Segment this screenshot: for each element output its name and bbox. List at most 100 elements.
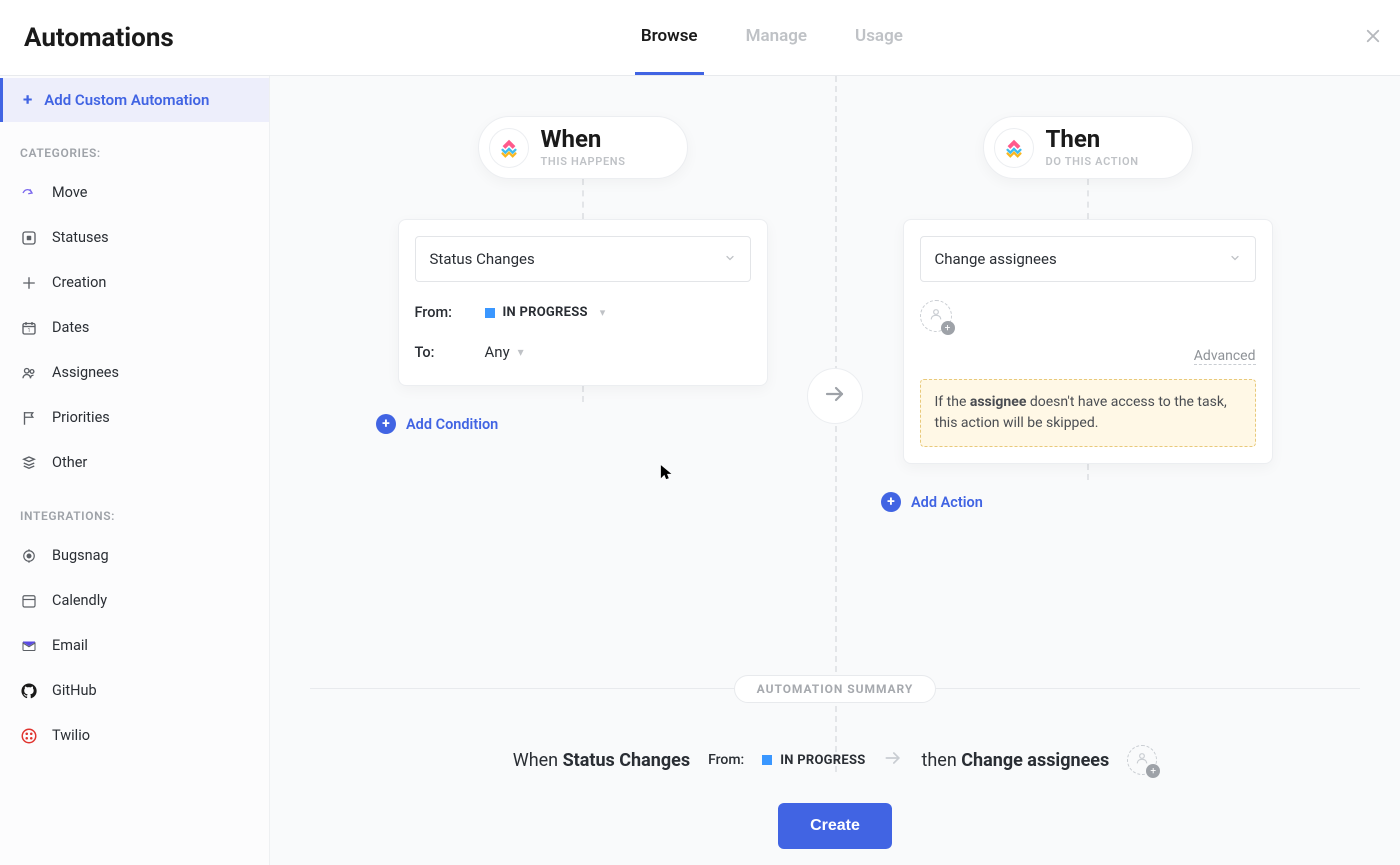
svg-text:1: 1 (28, 327, 31, 333)
when-subtitle: THIS HAPPENS (541, 155, 635, 168)
when-header: When THIS HAPPENS (478, 116, 688, 179)
summary-label: AUTOMATION SUMMARY (734, 675, 937, 703)
header-tabs: Browse Manage Usage (198, 0, 1346, 75)
sidebar-item-other[interactable]: Other (0, 440, 269, 485)
cursor-icon (660, 464, 674, 486)
when-to-label: To: (415, 344, 485, 361)
add-custom-automation-label: Add Custom Automation (44, 91, 209, 109)
sidebar-item-github[interactable]: GitHub (0, 668, 269, 713)
plus-circle-icon: + (881, 492, 901, 512)
when-title: When (541, 127, 635, 151)
add-action-button[interactable]: + Add Action (875, 492, 983, 512)
sidebar: + Add Custom Automation CATEGORIES: Move… (0, 76, 270, 865)
statuses-icon (20, 229, 38, 247)
sidebar-item-calendly[interactable]: Calendly (0, 578, 269, 623)
summary-from-value: IN PROGRESS (762, 753, 865, 768)
sidebar-item-label: Twilio (52, 727, 90, 744)
when-from-label: From: (415, 304, 485, 321)
arrow-right-icon (823, 382, 847, 410)
summary-assignee-chip[interactable]: + (1127, 745, 1157, 775)
when-card: Status Changes From: IN PROGRESS ▾ (398, 219, 768, 386)
close-button[interactable] (1346, 0, 1400, 75)
then-header: Then DO THIS ACTION (983, 116, 1193, 179)
create-button[interactable]: Create (778, 803, 892, 849)
then-card: Change assignees + Advanced (903, 219, 1273, 464)
tab-browse[interactable]: Browse (635, 0, 704, 75)
action-select[interactable]: Change assignees (920, 236, 1256, 282)
summary-from-label: From: (708, 752, 744, 768)
categories-section-label: CATEGORIES: (0, 122, 269, 170)
action-select-value: Change assignees (935, 250, 1057, 268)
sidebar-item-statuses[interactable]: Statuses (0, 215, 269, 260)
trigger-select[interactable]: Status Changes (415, 236, 751, 282)
sidebar-item-label: Priorities (52, 409, 110, 426)
flag-icon (20, 409, 38, 427)
assignee-warning: If the assignee doesn't have access to t… (920, 379, 1256, 447)
add-action-label: Add Action (911, 494, 983, 511)
add-condition-button[interactable]: + Add Condition (370, 414, 498, 434)
automation-summary: AUTOMATION SUMMARY When Status Changes F… (310, 688, 1360, 857)
then-subtitle: DO THIS ACTION (1046, 155, 1140, 168)
sidebar-item-label: Dates (52, 319, 89, 336)
sidebar-item-label: Statuses (52, 229, 109, 246)
advanced-link[interactable]: Advanced (1194, 348, 1256, 365)
add-condition-label: Add Condition (406, 416, 498, 433)
status-color-swatch (485, 308, 495, 318)
chevron-down-icon: ▾ (518, 345, 524, 359)
automation-canvas: When THIS HAPPENS Status Changes From: (270, 76, 1400, 865)
other-icon (20, 454, 38, 472)
sidebar-item-creation[interactable]: Creation (0, 260, 269, 305)
tab-manage[interactable]: Manage (740, 0, 813, 75)
sidebar-item-assignees[interactable]: Assignees (0, 350, 269, 395)
clickup-logo-icon (489, 128, 529, 168)
close-icon (1364, 27, 1382, 49)
sidebar-item-twilio[interactable]: Twilio (0, 713, 269, 758)
status-label: IN PROGRESS (503, 305, 588, 320)
when-from-value[interactable]: IN PROGRESS ▾ (485, 305, 606, 320)
sidebar-item-dates[interactable]: 1 Dates (0, 305, 269, 350)
github-icon (20, 682, 38, 700)
tab-usage[interactable]: Usage (849, 0, 909, 75)
sidebar-item-label: Calendly (52, 592, 107, 609)
chevron-down-icon (1229, 250, 1241, 268)
email-icon (20, 637, 38, 655)
trigger-select-value: Status Changes (430, 250, 535, 268)
calendar-icon: 1 (20, 319, 38, 337)
then-title: Then (1046, 127, 1140, 151)
page-title: Automations (0, 0, 198, 75)
sidebar-item-email[interactable]: Email (0, 623, 269, 668)
when-to-value[interactable]: Any ▾ (485, 343, 524, 361)
then-column: Then DO THIS ACTION Change assignees (835, 116, 1340, 512)
integrations-section-label: INTEGRATIONS: (0, 485, 269, 533)
when-column: When THIS HAPPENS Status Changes From: (330, 116, 835, 434)
add-custom-automation-button[interactable]: + Add Custom Automation (0, 78, 269, 122)
plus-icon: + (23, 90, 32, 110)
sidebar-item-label: Bugsnag (52, 547, 109, 564)
clickup-logo-icon (994, 128, 1034, 168)
sidebar-item-label: GitHub (52, 682, 97, 699)
plus-badge-icon: + (1146, 764, 1160, 778)
plus-circle-icon: + (376, 414, 396, 434)
sidebar-item-label: Move (52, 184, 87, 201)
move-icon (20, 184, 38, 202)
calendly-icon (20, 592, 38, 610)
chevron-down-icon (724, 250, 736, 268)
person-icon (928, 306, 944, 326)
twilio-icon (20, 727, 38, 745)
to-value-label: Any (485, 343, 510, 361)
summary-sentence: When Status Changes From: IN PROGRESS th… (310, 745, 1360, 775)
people-icon (20, 364, 38, 382)
creation-icon (20, 274, 38, 292)
sidebar-item-bugsnag[interactable]: Bugsnag (0, 533, 269, 578)
sidebar-item-label: Email (52, 637, 88, 654)
status-color-swatch (762, 755, 772, 765)
sidebar-item-label: Creation (52, 274, 106, 291)
sidebar-item-move[interactable]: Move (0, 170, 269, 215)
arrow-right-icon (883, 748, 903, 773)
add-assignee-button[interactable]: + (920, 300, 952, 332)
bugsnag-icon (20, 547, 38, 565)
sidebar-item-label: Other (52, 454, 87, 471)
flow-arrow (807, 368, 863, 424)
chevron-down-icon: ▾ (600, 306, 606, 319)
sidebar-item-priorities[interactable]: Priorities (0, 395, 269, 440)
